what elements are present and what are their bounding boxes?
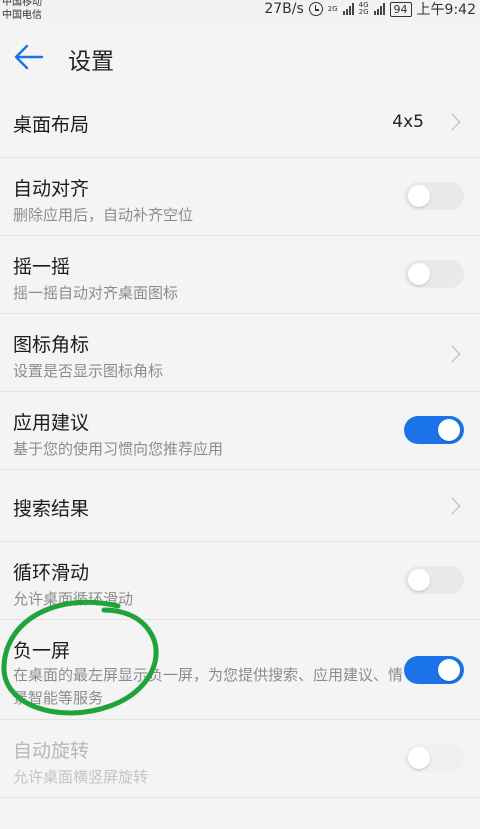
alarm-icon [308,2,323,16]
setting-shake: 摇一摇 摇一摇自动对齐桌面图标 [0,236,480,314]
setting-subtitle: 允许桌面横竖屏旋转 [13,768,149,786]
network-tag-1: 2G [327,4,338,13]
chevron-right-icon [443,345,461,363]
battery-level: 94 [393,2,408,16]
shake-toggle[interactable] [404,260,464,288]
setting-title: 自动旋转 [13,740,90,762]
carrier-2: 中国电信 [2,10,42,21]
setting-auto-rotate: 自动旋转 允许桌面横竖屏旋转 [0,720,480,798]
network-tag-2: 4G 2G [358,1,369,16]
setting-subtitle: 删除应用后，自动补齐空位 [13,206,194,224]
setting-title: 桌面布局 [13,114,90,136]
auto-align-toggle[interactable] [404,182,464,210]
back-arrow-icon[interactable] [14,44,44,70]
setting-title: 图标角标 [13,334,90,356]
chevron-right-icon [443,113,461,131]
loop-scroll-toggle[interactable] [404,566,464,594]
setting-title: 应用建议 [13,412,90,434]
setting-app-suggest: 应用建议 基于您的使用习惯向您推荐应用 [0,392,480,470]
setting-title: 搜索结果 [13,498,90,520]
battery-icon: 94 [389,1,412,17]
auto-rotate-toggle [404,744,464,772]
network-speed: 27B/s [264,1,304,17]
status-right: 27B/s 2G 4G 2G 94 上午9:42 [264,0,476,18]
setting-title: 自动对齐 [13,178,90,200]
setting-auto-align: 自动对齐 删除应用后，自动补齐空位 [0,158,480,236]
signal-icon-1 [342,3,354,15]
setting-icon-badge[interactable]: 图标角标 设置是否显示图标角标 [0,314,480,392]
setting-loop-scroll: 循环滑动 允许桌面循环滑动 [0,542,480,620]
setting-title: 负一屏 [13,640,71,662]
setting-title: 循环滑动 [13,562,90,584]
minus-one-screen-toggle[interactable] [404,656,464,684]
setting-subtitle: 摇一摇自动对齐桌面图标 [13,284,179,302]
setting-title: 摇一摇 [13,256,71,278]
chevron-right-icon [443,497,461,515]
settings-list: 桌面布局 4x5 自动对齐 删除应用后，自动补齐空位 摇一摇 摇一摇自动对齐桌面… [0,86,480,798]
signal-icon-2 [373,3,385,15]
setting-subtitle: 允许桌面循环滑动 [13,590,134,608]
setting-subtitle: 设置是否显示图标角标 [13,362,164,380]
page-title: 设置 [68,49,114,75]
app-suggest-toggle[interactable] [404,416,464,444]
setting-desktop-layout[interactable]: 桌面布局 4x5 [0,86,480,158]
setting-subtitle: 在桌面的最左屏显示负一屏，为您提供搜索、应用建议、情景智能等服务 [13,666,404,707]
setting-minus-one-screen: 负一屏 在桌面的最左屏显示负一屏，为您提供搜索、应用建议、情景智能等服务 [0,620,480,720]
carrier-info: 中国移动 中国电信 [2,0,42,22]
status-bar: 中国移动 中国电信 27B/s 2G 4G 2G 94 上午9:42 [0,0,480,22]
setting-value: 4x5 [392,112,424,132]
app-header: 设置 [0,22,480,94]
setting-search-results[interactable]: 搜索结果 [0,470,480,542]
clock: 上午9:42 [416,2,476,18]
setting-subtitle: 基于您的使用习惯向您推荐应用 [13,440,224,458]
carrier-1: 中国移动 [2,0,42,8]
